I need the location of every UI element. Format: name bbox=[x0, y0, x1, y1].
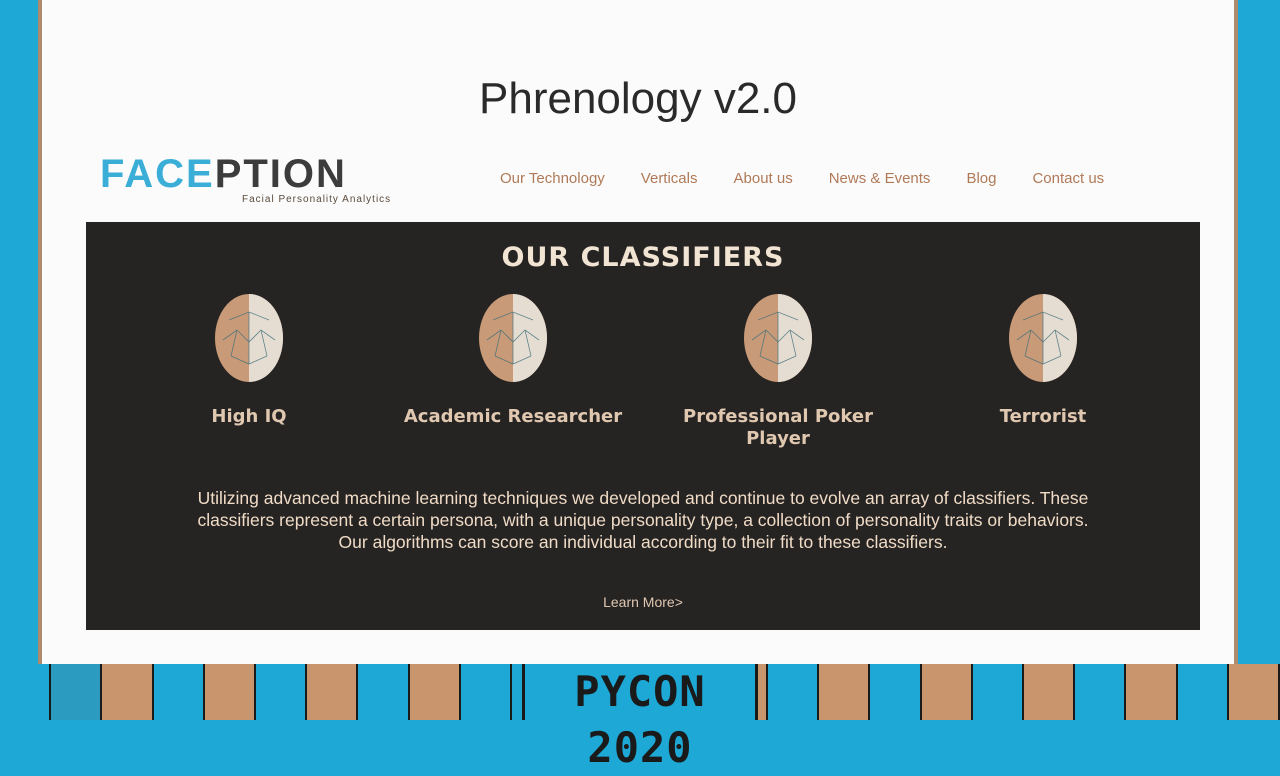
classifier-professional-poker-player[interactable]: Professional Poker Player bbox=[663, 290, 893, 450]
pattern-tile bbox=[972, 664, 1025, 720]
pattern-tile bbox=[102, 664, 154, 720]
window-icon bbox=[819, 664, 871, 720]
site-nav: Our Technology Verticals About us News &… bbox=[500, 170, 1104, 187]
face-mesh-icon bbox=[215, 294, 283, 382]
classifier-academic-researcher[interactable]: Academic Researcher bbox=[398, 290, 628, 428]
pattern-tile bbox=[204, 664, 257, 720]
faception-logo[interactable]: FACEPTION Facial Personality Analytics bbox=[100, 152, 420, 210]
slide-title: Phrenology v2.0 bbox=[479, 74, 797, 123]
classifier-label: Academic Researcher bbox=[403, 406, 623, 427]
pycon-2020-logo: PYCON 2020 bbox=[522, 664, 758, 772]
terminal-icon bbox=[921, 664, 973, 720]
pattern-tile bbox=[1075, 664, 1127, 720]
logo-word-face: FACE bbox=[100, 152, 215, 196]
nav-contact-us[interactable]: Contact us bbox=[1032, 170, 1104, 187]
learn-more-link[interactable]: Learn More> bbox=[86, 594, 1200, 610]
robot-icon bbox=[307, 664, 359, 720]
bridge-tile bbox=[460, 664, 513, 720]
logo-word-ption: PTION bbox=[214, 152, 347, 196]
nav-blog[interactable]: Blog bbox=[966, 170, 996, 187]
classifier-terrorist[interactable]: Terrorist bbox=[928, 290, 1158, 428]
panel-heading: OUR CLASSIFIERS bbox=[501, 242, 785, 273]
panel-description: Utilizing advanced machine learning tech… bbox=[197, 488, 1089, 552]
classifiers-panel: OUR CLASSIFIERS High IQ Academic Researc… bbox=[86, 222, 1200, 630]
nav-about-us[interactable]: About us bbox=[734, 170, 793, 187]
nav-verticals[interactable]: Verticals bbox=[641, 170, 698, 187]
classifier-label: Terrorist bbox=[999, 406, 1087, 427]
window-icon bbox=[870, 664, 922, 720]
face-mesh-icon bbox=[1009, 294, 1077, 382]
pattern-tile bbox=[51, 664, 103, 720]
pattern-tile bbox=[256, 664, 308, 720]
pattern-tile bbox=[358, 664, 410, 720]
nav-our-technology[interactable]: Our Technology bbox=[500, 170, 605, 187]
terminal-icon bbox=[0, 664, 52, 720]
pattern-tile bbox=[768, 664, 820, 720]
robot-icon bbox=[1177, 664, 1229, 720]
classifier-label: Professional Poker Player bbox=[683, 406, 873, 449]
wrench-icon bbox=[409, 664, 461, 720]
face-mesh-icon bbox=[744, 294, 812, 382]
face-mesh-icon bbox=[479, 294, 547, 382]
logo-tagline: Facial Personality Analytics bbox=[242, 194, 392, 205]
nav-news-events[interactable]: News & Events bbox=[829, 170, 931, 187]
classifier-high-iq[interactable]: High IQ bbox=[134, 290, 364, 428]
slide: Phrenology v2.0 FACEPTION Facial Persona… bbox=[38, 0, 1238, 664]
pattern-tile bbox=[1126, 664, 1178, 720]
leaf-icon bbox=[1024, 664, 1076, 720]
classifier-label: High IQ bbox=[211, 406, 287, 427]
leaf-icon bbox=[153, 664, 205, 720]
pattern-tile bbox=[1228, 664, 1280, 720]
